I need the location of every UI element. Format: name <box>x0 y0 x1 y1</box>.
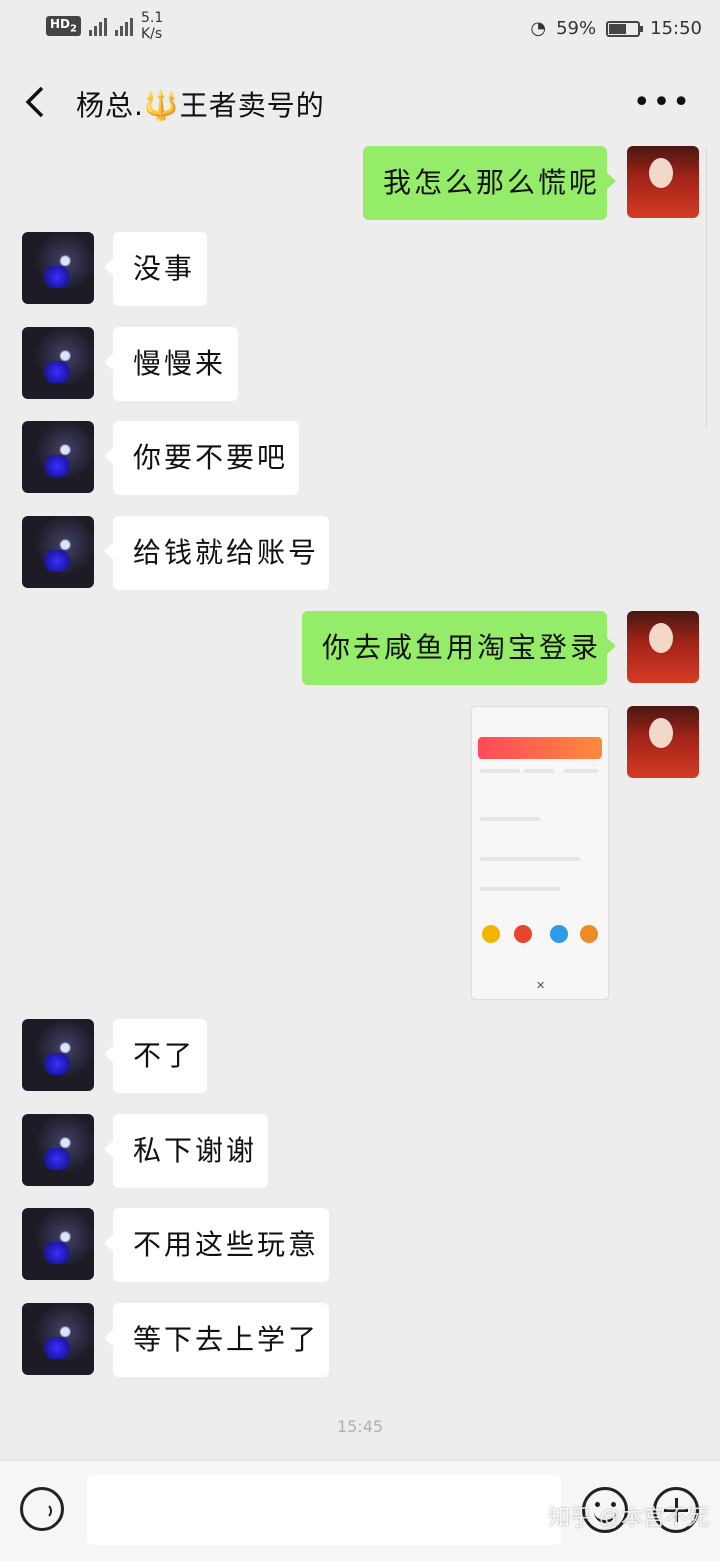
signal-icon <box>88 16 107 36</box>
more-options-icon[interactable]: ••• <box>633 88 692 118</box>
contact-avatar[interactable] <box>22 232 94 304</box>
thumbnail-line <box>480 857 580 861</box>
battery-percent: 59% <box>556 18 597 39</box>
message-row-in: 私下谢谢 <box>0 1114 720 1188</box>
contact-avatar[interactable] <box>22 1019 94 1091</box>
message-row-in: 等下去上学了 <box>0 1303 720 1377</box>
my-avatar[interactable] <box>627 706 699 778</box>
thumbnail-line <box>480 817 540 821</box>
message-row-in: 不了 <box>0 1019 720 1093</box>
thumbnail-banner <box>478 737 602 759</box>
contact-avatar[interactable] <box>22 516 94 588</box>
speedometer-icon: ◔ <box>530 18 547 39</box>
my-avatar[interactable] <box>627 146 699 218</box>
network-badge: HD2 <box>46 16 81 36</box>
message-bubble-outgoing[interactable]: 我怎么那么慌呢 <box>363 146 616 220</box>
message-row-in: 给钱就给账号 <box>0 516 720 590</box>
back-arrow-icon[interactable] <box>18 82 58 122</box>
thumbnail-line <box>564 769 598 773</box>
thumbnail-line <box>480 887 560 891</box>
contact-avatar[interactable] <box>22 1208 94 1280</box>
message-timestamp: 15:45 <box>336 1417 384 1436</box>
message-bubble-incoming[interactable]: 没事 <box>104 232 207 306</box>
message-bubble-incoming[interactable]: 给钱就给账号 <box>104 516 329 590</box>
message-row-in: 慢慢来 <box>0 327 720 401</box>
message-row-out: 你去咸鱼用淘宝登录 <box>0 611 720 685</box>
thumbnail-close-icon: ✕ <box>536 979 546 992</box>
contact-avatar[interactable] <box>22 1303 94 1375</box>
contact-avatar[interactable] <box>22 421 94 493</box>
thumbnail-line <box>524 769 554 773</box>
image-message-thumbnail[interactable]: ✕ <box>471 706 609 1000</box>
message-row-in: 没事 <box>0 232 720 306</box>
watermark: 知乎 @本宫不死 <box>548 1506 709 1531</box>
contact-avatar[interactable] <box>22 1114 94 1186</box>
my-avatar[interactable] <box>627 611 699 683</box>
voice-input-icon[interactable] <box>20 1487 64 1531</box>
message-input[interactable] <box>87 1475 561 1545</box>
thumbnail-line <box>480 769 520 773</box>
message-bubble-incoming[interactable]: 你要不要吧 <box>104 421 299 495</box>
message-bubble-incoming[interactable]: 私下谢谢 <box>104 1114 268 1188</box>
chat-title: 杨总.🔱王者卖号的 <box>76 89 325 122</box>
message-bubble-outgoing[interactable]: 你去咸鱼用淘宝登录 <box>302 611 616 685</box>
clock: 15:50 <box>650 18 702 39</box>
network-speed: 5.1 K/s <box>140 10 164 42</box>
contact-avatar[interactable] <box>22 327 94 399</box>
message-row-out: 我怎么那么慌呢 <box>0 146 720 220</box>
message-row-in: 你要不要吧 <box>0 421 720 495</box>
thumbnail-icon <box>482 925 500 943</box>
thumbnail-icon <box>580 925 598 943</box>
battery-icon <box>606 20 644 37</box>
signal-4g-icon <box>114 16 133 36</box>
thumbnail-icon <box>514 925 532 943</box>
message-bubble-incoming[interactable]: 等下去上学了 <box>104 1303 329 1377</box>
message-bubble-incoming[interactable]: 不用这些玩意 <box>104 1208 329 1282</box>
message-bubble-incoming[interactable]: 不了 <box>104 1019 207 1093</box>
message-row-out <box>0 706 720 778</box>
message-bubble-incoming[interactable]: 慢慢来 <box>104 327 238 401</box>
chat-header: 杨总.🔱王者卖号的 ••• <box>0 60 720 146</box>
thumbnail-icon <box>550 925 568 943</box>
status-bar: HD2 5.1 K/s ◔ 59% 15:50 <box>0 0 720 60</box>
message-row-in: 不用这些玩意 <box>0 1208 720 1282</box>
